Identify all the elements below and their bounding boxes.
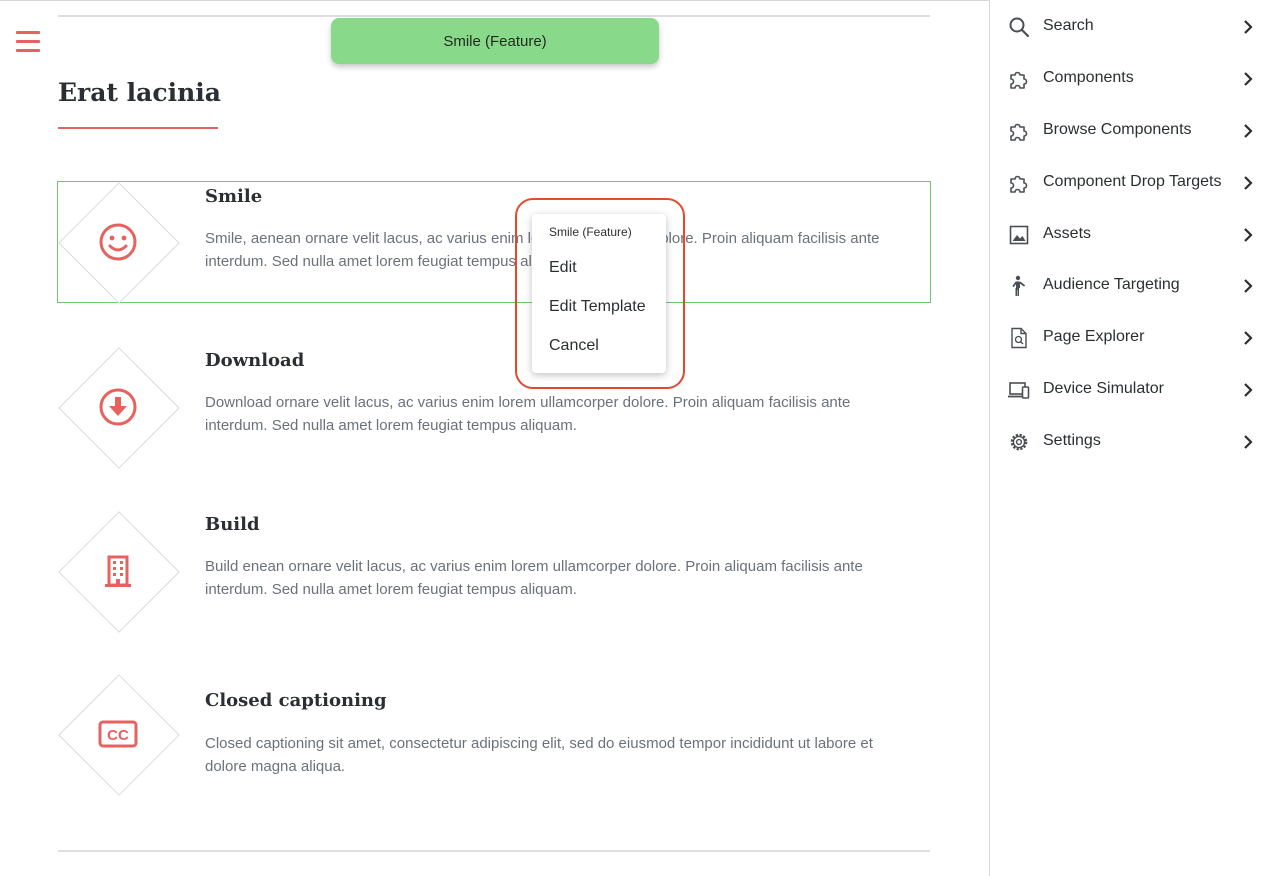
- feature-text: Download ornare velit lacus, ac varius e…: [205, 394, 851, 434]
- top-divider: [58, 15, 930, 17]
- smile-icon: [99, 223, 137, 261]
- feature-download[interactable]: Download Download ornare velit lacus, ac…: [58, 347, 930, 469]
- sidebar-item-label: Search: [1043, 17, 1094, 34]
- document-search-icon: [1011, 327, 1027, 349]
- title-underline: [58, 127, 218, 129]
- sidebar-item-assets[interactable]: Assets: [990, 215, 1280, 255]
- download-icon: [99, 388, 137, 426]
- feature-text: Closed captioning sit amet, consectetur …: [205, 735, 873, 775]
- search-icon: [1009, 17, 1030, 38]
- closed-captioning-icon: CC: [98, 720, 138, 748]
- sidebar-item-search[interactable]: Search: [990, 7, 1280, 47]
- sidebar-item-label: Components: [1043, 69, 1134, 86]
- chevron-right-icon: [1244, 331, 1253, 345]
- person-icon: [1012, 275, 1025, 296]
- puzzle-icon: [1010, 123, 1028, 141]
- right-sidebar: Search Components Browse Components Comp…: [989, 0, 1280, 876]
- sidebar-item-label: Audience Targeting: [1043, 276, 1180, 293]
- context-menu-edit-template[interactable]: Edit Template: [549, 298, 646, 316]
- sidebar-item-label: Settings: [1043, 432, 1101, 449]
- icon-diamond: CC: [58, 674, 180, 796]
- chevron-right-icon: [1244, 124, 1253, 138]
- sidebar-item-label: Component Drop Targets: [1043, 173, 1222, 190]
- sidebar-item-page-explorer[interactable]: Page Explorer: [990, 318, 1280, 358]
- chevron-right-icon: [1244, 435, 1253, 449]
- context-menu: Smile (Feature) Edit Edit Template Cance…: [532, 214, 666, 373]
- gear-icon: [1010, 433, 1028, 451]
- feature-title: Build: [205, 514, 260, 535]
- context-menu-cancel[interactable]: Cancel: [549, 337, 599, 355]
- image-icon: [1009, 225, 1029, 245]
- selected-component-chip[interactable]: Smile (Feature): [331, 18, 659, 64]
- feature-build[interactable]: Build Build enean ornare velit lacus, ac…: [58, 511, 930, 633]
- feature-text: Build enean ornare velit lacus, ac variu…: [205, 558, 863, 598]
- icon-diamond: [58, 511, 180, 633]
- sidebar-item-browse-components[interactable]: Browse Components: [990, 111, 1280, 151]
- building-icon: [105, 555, 131, 587]
- bottom-divider: [58, 850, 930, 852]
- feature-title: Smile: [205, 186, 263, 207]
- context-menu-header: Smile (Feature): [549, 225, 632, 239]
- sidebar-item-audience-targeting[interactable]: Audience Targeting: [990, 266, 1280, 306]
- puzzle-icon: [1010, 71, 1028, 89]
- feature-smile[interactable]: Smile Smile, aenean ornare velit lacus, …: [57, 181, 931, 304]
- devices-icon: [1008, 382, 1030, 399]
- sidebar-item-settings[interactable]: Settings: [990, 422, 1280, 462]
- svg-text:CC: CC: [107, 727, 129, 744]
- chevron-right-icon: [1244, 20, 1253, 34]
- sidebar-item-component-drop-targets[interactable]: Component Drop Targets: [990, 163, 1280, 203]
- sidebar-item-label: Device Simulator: [1043, 380, 1164, 397]
- feature-closed-captioning[interactable]: CC Closed captioning Closed captioning s…: [58, 674, 930, 796]
- icon-diamond: [58, 182, 180, 304]
- sidebar-item-device-simulator[interactable]: Device Simulator: [990, 370, 1280, 410]
- sidebar-item-label: Assets: [1043, 225, 1092, 242]
- chevron-right-icon: [1244, 176, 1253, 190]
- sidebar-item-label: Page Explorer: [1043, 328, 1145, 345]
- feature-title: Closed captioning: [205, 690, 387, 711]
- icon-diamond: [58, 347, 180, 469]
- feature-title: Download: [205, 350, 305, 371]
- chevron-right-icon: [1244, 228, 1253, 242]
- sidebar-item-label: Browse Components: [1043, 121, 1192, 138]
- chevron-right-icon: [1244, 279, 1253, 293]
- puzzle-icon: [1010, 175, 1028, 193]
- context-menu-edit[interactable]: Edit: [549, 259, 577, 277]
- section-title: Erat lacinia: [58, 78, 221, 107]
- hamburger-menu-icon[interactable]: [16, 31, 40, 53]
- page-canvas: Smile (Feature) Erat lacinia Smile Smile…: [0, 0, 989, 876]
- sidebar-item-components[interactable]: Components: [990, 59, 1280, 99]
- chevron-right-icon: [1244, 72, 1253, 86]
- chevron-right-icon: [1244, 383, 1253, 397]
